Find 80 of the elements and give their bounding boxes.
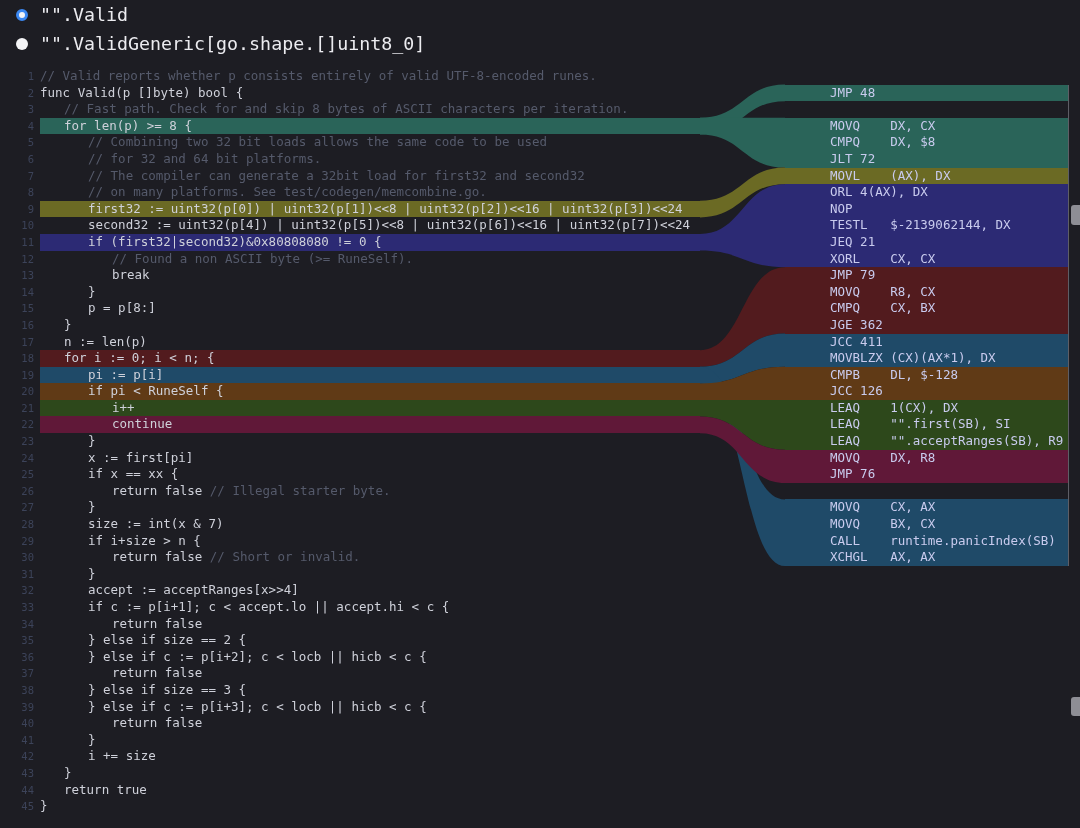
asm-instruction: CALL runtime.panicIndex(SB) <box>830 532 1056 550</box>
code-line: } else if size == 2 { <box>87 632 247 649</box>
asm-instruction: CMPB DL, $-128 <box>830 366 958 384</box>
asm-instruction: JCC 411 <box>830 333 883 351</box>
code-comment: // Found a non ASCII byte (>= RuneSelf). <box>111 250 414 268</box>
code-line: } <box>40 798 48 815</box>
asm-instruction: JMP 79 <box>830 267 876 284</box>
code-line: p = p[8:] <box>87 300 156 317</box>
code-line: x := first[pi] <box>87 449 194 467</box>
code-comment: // Short or invalid. <box>209 549 361 566</box>
code-line: } <box>87 731 96 749</box>
code-comment: // on many platforms. See test/codegen/memcombine.go. <box>87 184 487 201</box>
code-line: func Valid(p []byte) bool { <box>40 84 244 102</box>
asm-instruction: MOVQ DX, CX <box>830 117 936 135</box>
code-line: n := len(p) <box>63 333 147 351</box>
code-line: } <box>87 499 96 517</box>
code-line: second32 := uint32(p[4]) | uint32(p[5])<<8 | uint32(p[6])<<16 | uint32(p[7])<<24 <box>87 217 691 234</box>
code-line: } else if c := p[i+3]; c < locb || hicb < c { <box>87 698 427 716</box>
asm-instruction: JMP 76 <box>830 466 876 483</box>
scrollbar-thumb[interactable] <box>1071 205 1080 225</box>
asm-instruction: MOVQ BX, CX <box>830 516 936 533</box>
code-comment: // for 32 and 64 bit platforms. <box>87 150 322 168</box>
asm-instruction: TESTL $-2139062144, DX <box>830 217 1011 234</box>
code-line: pi := p[i] <box>87 366 164 384</box>
code-line: if c := p[i+1]; c < accept.lo || accept.hi < c { <box>87 599 450 616</box>
asm-instruction: JGE 362 <box>830 316 883 334</box>
code-line: } <box>87 565 96 583</box>
asm-instruction: JMP 48 <box>830 84 876 102</box>
code-line: } else if c := p[i+2]; c < locb || hicb < c { <box>87 648 427 666</box>
asm-instruction: MOVQ R8, CX <box>830 283 936 301</box>
code-line: continue <box>111 416 173 434</box>
asm-instruction: LEAQ "".acceptRanges(SB), R9 <box>830 433 1064 450</box>
asm-instruction: CMPQ DX, $8 <box>830 134 936 151</box>
asm-instruction: MOVBLZX (CX)(AX*1), DX <box>830 350 996 367</box>
code-line: return false <box>111 482 203 500</box>
code-line: } else if size == 3 { <box>87 681 247 699</box>
code-comment: // Fast path. Check for and skip 8 bytes of ASCII characters per iteration. <box>63 101 629 118</box>
asm-instruction: ORL 4(AX), DX <box>830 184 928 201</box>
asm-instruction: XCHGL AX, AX <box>830 549 936 566</box>
code-line: } <box>87 283 96 301</box>
code-line: if i+size > n { <box>87 532 201 550</box>
code-line: i += size <box>87 748 156 765</box>
code-line: } <box>63 316 72 334</box>
code-line: first32 := uint32(p[0]) | uint32(p[1])<<8 | uint32(p[2])<<16 | uint32(p[3])<<24 <box>87 200 683 218</box>
asm-instruction: NOP <box>830 200 853 218</box>
asm-instruction: JCC 126 <box>830 383 883 400</box>
code-line: return true <box>63 781 147 799</box>
code-line: accept := acceptRanges[x>>4] <box>87 582 299 599</box>
code-line: return false <box>111 665 203 682</box>
function-name[interactable]: "".Valid <box>40 0 129 29</box>
code-line: return false <box>111 715 203 732</box>
code-line: i++ <box>111 399 135 417</box>
code-line: if pi < RuneSelf { <box>87 383 224 400</box>
asm-instruction: XORL CX, CX <box>830 250 936 268</box>
asm-instruction: JLT 72 <box>830 150 876 168</box>
asm-instruction: MOVQ CX, AX <box>830 499 936 517</box>
code-line: for len(p) >= 8 { <box>63 117 192 135</box>
asm-instruction: LEAQ 1(CX), DX <box>830 399 958 417</box>
scrollbar-thumb[interactable] <box>1071 697 1080 716</box>
code-comment: // The compiler can generate a 32bit load for first32 and second32 <box>87 167 585 185</box>
code-line: if x == xx { <box>87 466 179 483</box>
code-line: return false <box>111 549 203 566</box>
radio-button[interactable] <box>16 37 28 50</box>
asm-instruction: MOVL (AX), DX <box>830 167 951 185</box>
code-line: } <box>63 764 72 782</box>
code-line: return false <box>111 615 203 633</box>
asm-instruction: LEAQ "".first(SB), SI <box>830 416 1011 434</box>
code-comment: // Combining two 32 bit loads allows the same code to be used <box>87 134 548 151</box>
code-comment: // Illegal starter byte. <box>209 482 391 500</box>
function-name[interactable]: "".ValidGeneric[go.shape.[]uint8_0] <box>40 29 426 58</box>
code-line: for i := 0; i < n; { <box>63 350 215 367</box>
code-line: size := int(x & 7) <box>87 516 224 533</box>
radio-button[interactable] <box>16 8 28 21</box>
code-line: if (first32|second32)&0x80808080 != 0 { <box>87 233 382 251</box>
code-line: } <box>87 433 96 450</box>
asm-instruction: CMPQ CX, BX <box>830 300 936 317</box>
asm-instruction: JEQ 21 <box>830 233 876 251</box>
code-comment: // Valid reports whether p consists entirely of valid UTF-8-encoded runes. <box>40 68 597 85</box>
code-line: break <box>111 267 150 284</box>
asm-instruction: MOVQ DX, R8 <box>830 449 936 467</box>
